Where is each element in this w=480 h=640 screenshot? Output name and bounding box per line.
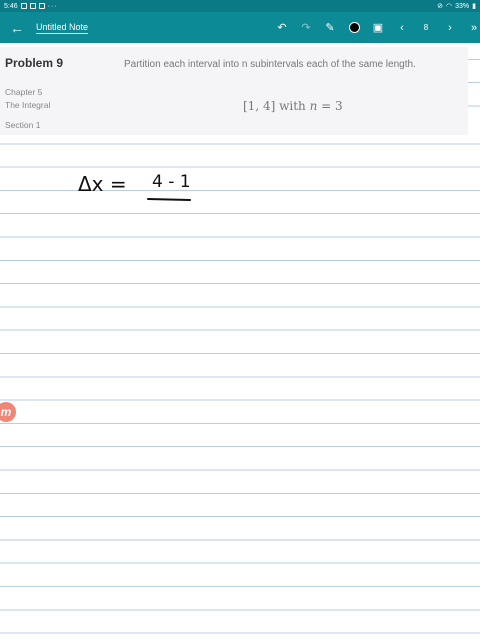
mute-icon: ⊘ xyxy=(437,3,444,10)
status-time: 5:46 xyxy=(4,2,18,10)
color-button[interactable] xyxy=(342,12,366,43)
image-button[interactable]: ▣ xyxy=(366,12,390,43)
battery-icon: ▮ xyxy=(472,3,476,10)
math-equals: = 3 xyxy=(321,99,343,113)
pen-icon: ✎ xyxy=(325,22,335,34)
app-toolbar: ← Untitled Note ↶ ↷ ✎ ▣ ‹ 8 › » xyxy=(0,12,480,43)
gallery-notification-icon xyxy=(29,3,36,9)
handwriting-svg: Δx = 4 - 1 xyxy=(78,172,191,201)
color-swatch-icon xyxy=(348,22,360,33)
math-with: with xyxy=(279,99,306,113)
notification-icon xyxy=(20,3,27,9)
chapter-title: The Integral xyxy=(5,100,51,110)
undo-button[interactable]: ↶ xyxy=(270,12,294,43)
problem-text: Partition each interval into n subinterv… xyxy=(124,59,416,70)
page-number[interactable]: 8 xyxy=(414,12,438,43)
redo-icon: ↷ xyxy=(301,22,311,34)
fraction-bar xyxy=(147,198,191,201)
section-label: Section 1 xyxy=(5,120,41,130)
handwriting-lhs: Δx = xyxy=(78,172,127,196)
more-notifications: ··· xyxy=(47,2,58,10)
battery-level: 33% xyxy=(455,2,470,10)
problem-math: [1, 4] with n = 3 xyxy=(243,99,343,113)
note-title[interactable]: Untitled Note xyxy=(36,22,89,34)
chevron-right-icon: › xyxy=(448,21,452,34)
problem-title: Problem 9 xyxy=(5,56,64,70)
back-button[interactable]: ← xyxy=(0,12,34,43)
chevron-left-icon: ‹ xyxy=(400,21,404,34)
app-notification-icon xyxy=(38,3,45,9)
handwritten-work: Δx = 4 - 1 xyxy=(74,166,204,213)
collapse-button[interactable]: » xyxy=(462,12,480,43)
undo-icon: ↶ xyxy=(277,22,287,34)
handwriting-numerator: 4 - 1 xyxy=(152,172,191,192)
collapse-icon: » xyxy=(470,21,478,34)
pen-button[interactable]: ✎ xyxy=(318,12,342,43)
image-icon: ▣ xyxy=(372,22,384,34)
math-variable: n xyxy=(309,99,318,113)
logo-letter: m xyxy=(0,405,12,419)
math-interval: [1, 4] xyxy=(243,99,276,113)
redo-button[interactable]: ↷ xyxy=(294,12,318,43)
arrow-left-icon: ← xyxy=(10,19,24,36)
status-bar: 5:46 ··· ⊘ ◠ 33% ▮ xyxy=(0,0,480,12)
chapter-label: Chapter 5 xyxy=(5,87,43,97)
next-page-button[interactable]: › xyxy=(438,12,462,43)
previous-page-button[interactable]: ‹ xyxy=(390,12,414,43)
wifi-icon: ◠ xyxy=(446,3,453,10)
